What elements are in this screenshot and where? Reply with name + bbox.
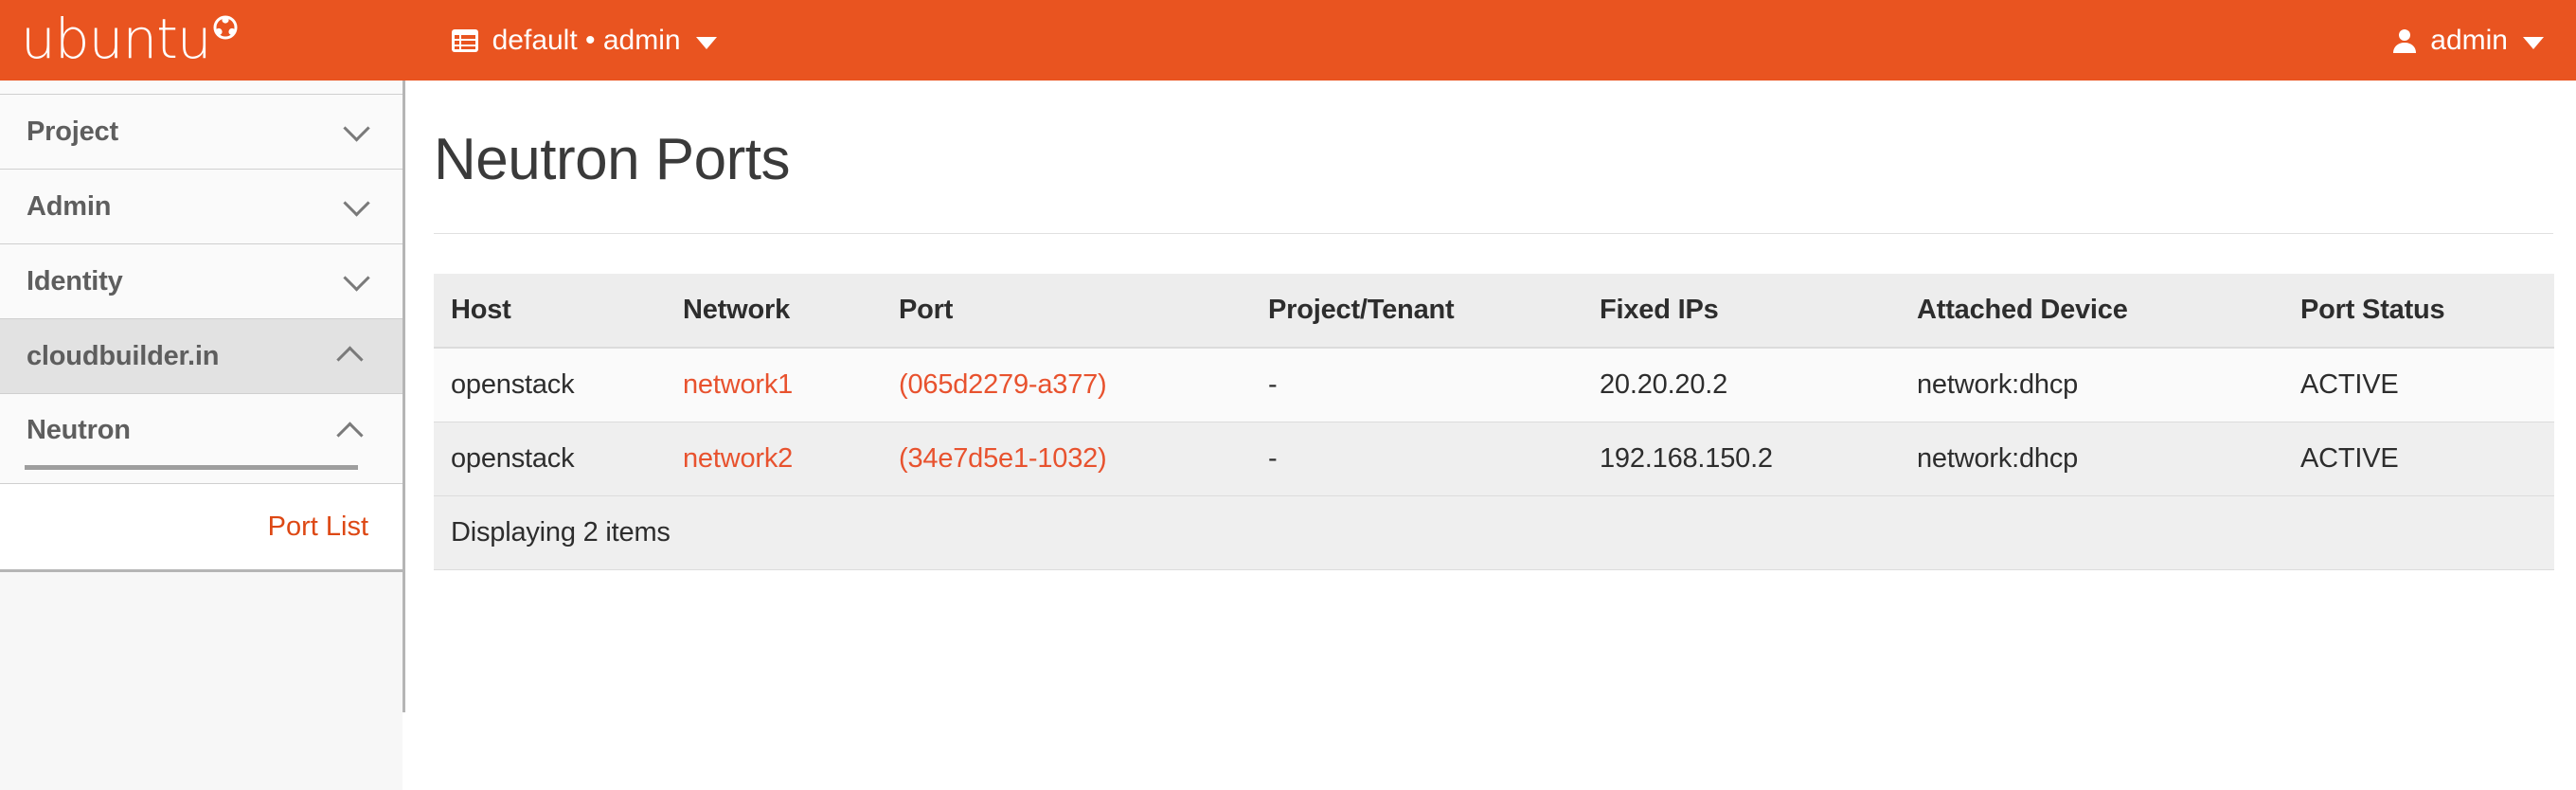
table-header-row: Host Network Port Project/Tenant Fixed I…: [434, 274, 2554, 349]
displaying-count-label: Displaying 2 items: [434, 495, 2554, 570]
ports-table: Host Network Port Project/Tenant Fixed I…: [434, 274, 2554, 570]
caret-down-icon: [695, 37, 717, 49]
port-link[interactable]: (34e7d5e1-1032): [899, 443, 1107, 474]
cell-attached-device: network:dhcp: [1900, 422, 2283, 496]
sidebar-item-cloudbuilder-in[interactable]: cloudbuilder.in: [0, 319, 402, 394]
sidebar-item-label: Admin: [27, 190, 112, 222]
cell-port-status: ACTIVE: [2283, 348, 2554, 422]
table-footer-row: Displaying 2 items: [434, 495, 2554, 570]
ports-table-footer: Displaying 2 items: [434, 495, 2554, 570]
column-header-port[interactable]: Port: [882, 274, 1251, 349]
brand-wordmark: ubuntu: [21, 6, 212, 71]
sidebar-item-project[interactable]: Project: [0, 95, 402, 170]
sidebar-item-label: Identity: [27, 265, 123, 296]
sidebar-item-neutron[interactable]: Neutron: [0, 394, 402, 484]
table-row: openstack network2 (34e7d5e1-1032) - 192…: [434, 422, 2554, 496]
chevron-down-icon: [343, 115, 370, 142]
cell-port-status: ACTIVE: [2283, 422, 2554, 496]
column-header-attached-device[interactable]: Attached Device: [1900, 274, 2283, 349]
top-navigation-bar: ubuntu default • admin admin: [0, 0, 2576, 81]
chevron-down-icon: [343, 264, 370, 292]
title-divider: [434, 233, 2553, 234]
context-switcher-label: default • admin: [492, 24, 681, 56]
sidebar-item-label: Port List: [267, 511, 368, 542]
caret-down-icon: [2523, 37, 2544, 49]
port-link[interactable]: (065d2279-a377): [899, 369, 1107, 400]
chevron-up-icon: [336, 422, 364, 449]
chevron-up-icon: [336, 346, 364, 373]
sidebar-item-admin[interactable]: Admin: [0, 170, 402, 244]
user-menu-label: admin: [2430, 24, 2508, 56]
sidebar-empty-area: [0, 572, 402, 790]
main-content: Neutron Ports Host Network Port Project/…: [408, 81, 2576, 712]
page-title: Neutron Ports: [434, 127, 791, 192]
cell-port: (065d2279-a377): [882, 348, 1251, 422]
cell-attached-device: network:dhcp: [1900, 348, 2283, 422]
ubuntu-logo[interactable]: ubuntu: [21, 11, 238, 66]
user-menu[interactable]: admin: [2390, 0, 2544, 81]
sidebar-item-label: cloudbuilder.in: [27, 340, 220, 371]
sidebar-top-strip: [0, 81, 402, 95]
network-link[interactable]: network2: [683, 443, 793, 474]
cell-port: (34e7d5e1-1032): [882, 422, 1251, 496]
cell-host: openstack: [434, 422, 666, 496]
cell-network: network2: [666, 422, 882, 496]
column-header-host[interactable]: Host: [434, 274, 666, 349]
cell-project-tenant: -: [1251, 422, 1583, 496]
sidebar-item-identity[interactable]: Identity: [0, 244, 402, 319]
table-row: openstack network1 (065d2279-a377) - 20.…: [434, 348, 2554, 422]
user-avatar-icon: [2390, 27, 2419, 55]
cell-project-tenant: -: [1251, 348, 1583, 422]
column-header-network[interactable]: Network: [666, 274, 882, 349]
column-header-port-status[interactable]: Port Status: [2283, 274, 2554, 349]
cell-host: openstack: [434, 348, 666, 422]
ports-table-body: openstack network1 (065d2279-a377) - 20.…: [434, 348, 2554, 496]
cell-fixed-ips: 192.168.150.2: [1583, 422, 1900, 496]
column-header-project-tenant[interactable]: Project/Tenant: [1251, 274, 1583, 349]
list-grid-icon: [451, 27, 479, 55]
ports-table-header: Host Network Port Project/Tenant Fixed I…: [434, 274, 2554, 349]
sidebar-navigation: Project Admin Identity cloudbuilder.in N…: [0, 81, 405, 790]
chevron-down-icon: [343, 189, 370, 217]
sidebar-item-label: Neutron: [27, 415, 131, 445]
network-link[interactable]: network1: [683, 369, 793, 400]
cell-fixed-ips: 20.20.20.2: [1583, 348, 1900, 422]
context-switcher[interactable]: default • admin: [451, 25, 717, 57]
cell-network: network1: [666, 348, 882, 422]
sidebar-item-port-list[interactable]: Port List: [0, 484, 402, 572]
ports-table-container: Host Network Port Project/Tenant Fixed I…: [434, 274, 2554, 570]
ubuntu-circle-of-friends-icon: [213, 15, 238, 40]
sidebar-section-underline: [25, 465, 358, 470]
sidebar-item-label: Project: [27, 116, 118, 147]
column-header-fixed-ips[interactable]: Fixed IPs: [1583, 274, 1900, 349]
